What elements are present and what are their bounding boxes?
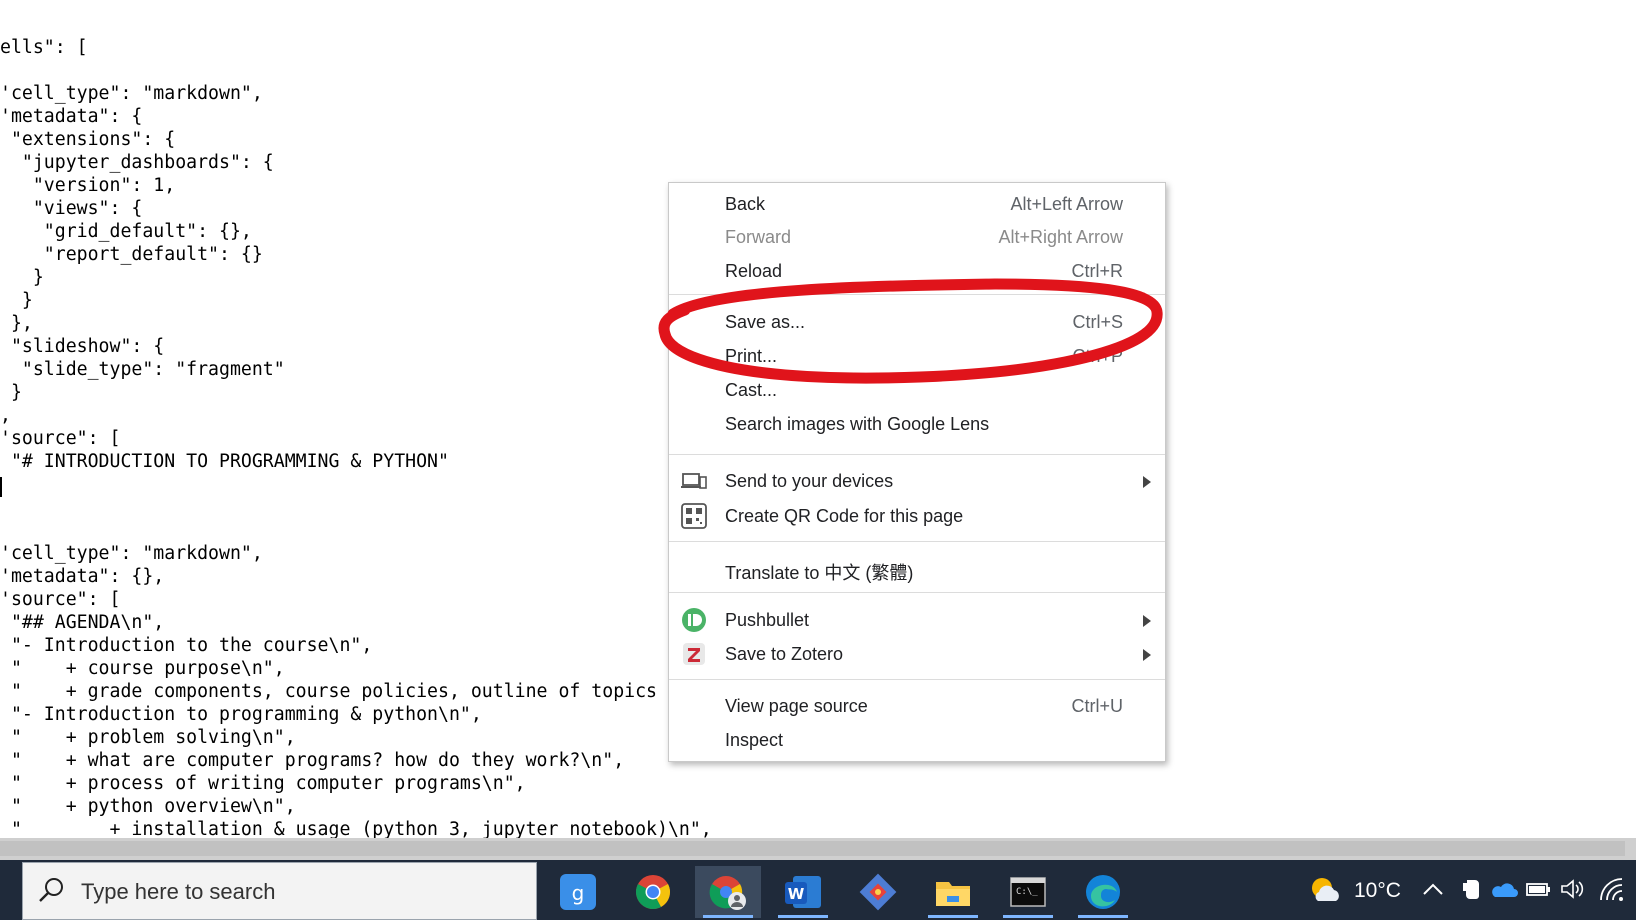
battery-icon[interactable] [1526, 880, 1552, 903]
search-icon [37, 875, 67, 910]
menu-item-shortcut: Ctrl+R [1071, 261, 1123, 281]
menu-separator [669, 541, 1165, 542]
chrome-icon [636, 875, 670, 909]
menu-item-label: Reload [725, 261, 783, 281]
taskbar-app-word[interactable]: W [770, 866, 836, 918]
taskbar-app-file-explorer[interactable] [920, 866, 986, 918]
menu-item-shortcut: Ctrl+P [1072, 346, 1123, 366]
menu-item-label: Forward [725, 227, 792, 247]
weather-icon[interactable] [1308, 875, 1342, 910]
menu-separator [669, 592, 1165, 593]
taskbar-app-wubi[interactable]: g [545, 866, 611, 918]
devices-icon [681, 468, 707, 494]
json-source-text: ells": [ 'cell_type": "markdown", 'metad… [0, 37, 712, 838]
menu-separator [669, 294, 1165, 295]
active-app-indicator [1078, 915, 1128, 918]
svg-text:C:\_: C:\_ [1016, 887, 1038, 897]
menu-item-translate[interactable]: Translate to 中文 (繁體) [669, 552, 1165, 586]
menu-item-shortcut: Alt+Left Arrow [1010, 194, 1123, 214]
active-app-indicator [1003, 915, 1053, 918]
taskbar-app-chrome-profile[interactable] [695, 866, 761, 918]
menu-item-print[interactable]: Print... Ctrl+P [669, 339, 1165, 373]
menu-item-forward: Forward Alt+Right Arrow [669, 220, 1165, 254]
pushbullet-icon [681, 607, 707, 633]
menu-item-label: Pushbullet [725, 610, 810, 630]
menu-item-label: Translate to 中文 (繁體) [725, 563, 914, 583]
menu-item-shortcut: Alt+Right Arrow [998, 227, 1123, 247]
menu-item-pushbullet[interactable]: Pushbullet [669, 603, 1165, 637]
menu-item-label: Cast... [725, 380, 778, 400]
zotero-icon [681, 641, 707, 667]
menu-item-reload[interactable]: Reload Ctrl+R [669, 254, 1165, 288]
word-icon: W [785, 876, 821, 908]
context-menu: Back Alt+Left Arrow Forward Alt+Right Ar… [668, 182, 1166, 762]
file-explorer-icon [936, 882, 970, 906]
menu-item-shortcut: Ctrl+U [1071, 696, 1123, 716]
menu-item-label: Search images with Google Lens [725, 414, 990, 434]
submenu-arrow-icon [1143, 476, 1151, 488]
menu-item-back[interactable]: Back Alt+Left Arrow [669, 187, 1165, 221]
menu-item-label: Print... [725, 346, 778, 366]
menu-item-cast[interactable]: Cast... [669, 373, 1165, 407]
menu-item-google-lens[interactable]: Search images with Google Lens [669, 407, 1165, 441]
wifi-icon[interactable] [1598, 876, 1626, 907]
active-app-indicator [928, 915, 978, 918]
evernote-icon[interactable] [1458, 877, 1482, 906]
menu-item-label: Back [725, 194, 766, 214]
menu-item-label: Create QR Code for this page [725, 506, 964, 526]
menu-item-label: Inspect [725, 730, 784, 750]
taskbar-app-chrome[interactable] [620, 866, 686, 918]
menu-item-save-as[interactable]: Save as... Ctrl+S [669, 305, 1165, 339]
active-app-indicator [778, 915, 828, 918]
menu-separator [669, 454, 1165, 455]
taskbar-app-edge[interactable] [1070, 866, 1136, 918]
submenu-arrow-icon [1143, 649, 1151, 661]
menu-item-view-page-source[interactable]: View page source Ctrl+U [669, 689, 1165, 723]
horizontal-scrollbar[interactable] [0, 838, 1636, 860]
git-icon [859, 873, 897, 911]
menu-item-shortcut: Ctrl+S [1072, 312, 1123, 332]
input-method-icon: g [560, 874, 596, 910]
menu-item-create-qr-code[interactable]: Create QR Code for this page [669, 499, 1165, 533]
active-app-indicator [703, 915, 753, 918]
onedrive-icon[interactable] [1490, 879, 1518, 904]
taskbar-app-terminal[interactable]: C:\_ [995, 866, 1061, 918]
scrollbar-thumb[interactable] [0, 841, 1625, 856]
weather-temperature[interactable]: 10°C [1354, 879, 1401, 903]
submenu-arrow-icon [1143, 615, 1151, 627]
text-caret [0, 477, 2, 497]
taskbar-search-box[interactable]: Type here to search [22, 862, 537, 920]
menu-item-save-to-zotero[interactable]: Save to Zotero [669, 637, 1165, 671]
menu-item-label: Save as... [725, 312, 806, 332]
search-placeholder: Type here to search [81, 879, 276, 904]
edge-icon [1086, 875, 1120, 909]
menu-separator [669, 679, 1165, 680]
svg-text:W: W [788, 885, 805, 903]
menu-item-label: View page source [725, 696, 868, 716]
menu-item-send-to-devices[interactable]: Send to your devices [669, 464, 1165, 498]
windows-taskbar: Type here to search g W C:\_ 10°C [0, 860, 1636, 920]
chevron-up-icon[interactable] [1422, 880, 1444, 903]
svg-text:g: g [572, 881, 585, 905]
volume-icon[interactable] [1560, 878, 1586, 905]
menu-item-label: Save to Zotero [725, 644, 844, 664]
menu-item-inspect[interactable]: Inspect [669, 723, 1165, 757]
chrome-profile-icon [709, 876, 746, 910]
menu-item-label: Send to your devices [725, 471, 894, 491]
taskbar-app-git[interactable] [845, 866, 911, 918]
terminal-icon: C:\_ [1010, 877, 1046, 907]
qr-code-icon [681, 503, 707, 529]
